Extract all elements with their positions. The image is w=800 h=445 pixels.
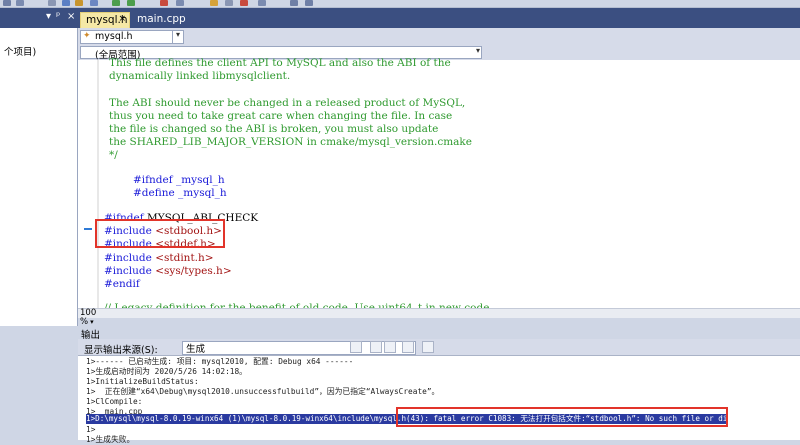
code-comment-line: The ABI should never be changed in a rel… bbox=[109, 96, 466, 109]
word-wrap-icon[interactable] bbox=[422, 341, 434, 353]
code-comment-line: dynamically linked libmysqlclient. bbox=[109, 70, 291, 83]
code-include-line: #endif bbox=[104, 278, 140, 291]
output-line: 1>生成失败。 bbox=[86, 435, 135, 444]
toolbar-icon[interactable] bbox=[210, 0, 218, 6]
file-selector-combo[interactable]: ✦ mysql.h ▾ bbox=[80, 30, 184, 44]
toolbar-icon[interactable] bbox=[16, 0, 24, 6]
code-keyword: #define bbox=[133, 187, 175, 200]
highlight-box-error bbox=[396, 407, 728, 427]
toolbar-icon[interactable] bbox=[290, 0, 298, 6]
collapse-marker-icon[interactable] bbox=[84, 228, 92, 230]
code-comment-line: the SHARED_LIB_MAJOR_VERSION in cmake/my… bbox=[109, 136, 473, 149]
toolbar-icon[interactable] bbox=[225, 0, 233, 6]
pin-icon[interactable]: ᵖ bbox=[56, 11, 60, 22]
code-preproc-line: #ifndef _mysql_h bbox=[133, 174, 225, 187]
solution-tree-item[interactable]: 个项目) bbox=[4, 44, 36, 58]
document-tab-strip: mysql.h × main.cpp bbox=[78, 8, 800, 28]
code-argument: <sys/types.h> bbox=[151, 264, 232, 277]
zoom-combo[interactable]: 100 % ▾ bbox=[80, 309, 108, 327]
code-include-line: #include <sys/types.h> bbox=[104, 265, 232, 278]
file-icon: ✦ bbox=[83, 31, 91, 41]
tab-label: main.cpp bbox=[137, 13, 186, 25]
code-include-line: #include <stdint.h> bbox=[104, 252, 214, 265]
toolbar-icon[interactable] bbox=[90, 0, 98, 6]
toolbar-icon[interactable] bbox=[112, 0, 120, 6]
toolbar-icon[interactable] bbox=[160, 0, 168, 6]
toolbar-icon[interactable] bbox=[48, 0, 56, 6]
close-icon[interactable]: × bbox=[67, 11, 75, 22]
code-identifier: _mysql_h bbox=[174, 187, 227, 200]
chevron-down-icon[interactable]: ▾ bbox=[476, 46, 480, 55]
close-tab-icon[interactable]: × bbox=[118, 14, 126, 24]
highlight-box-includes bbox=[95, 219, 225, 248]
code-keyword: #include bbox=[104, 264, 152, 277]
next-message-icon[interactable] bbox=[384, 341, 396, 353]
code-comment-line: */ bbox=[109, 149, 118, 162]
code-comment-line: thus you need to take great care when ch… bbox=[109, 109, 453, 122]
toolbar-icon[interactable] bbox=[240, 0, 248, 6]
output-source-label: 显示输出来源(S): bbox=[84, 345, 158, 356]
combo-spin-button[interactable] bbox=[172, 30, 184, 44]
tab-main-cpp[interactable]: main.cpp bbox=[132, 12, 191, 28]
output-line: 1>ClCompile: bbox=[86, 397, 143, 406]
code-keyword: #endif bbox=[104, 278, 140, 290]
output-text-area[interactable]: 1>------ 已启动生成: 项目: mysql2010, 配置: Debug… bbox=[78, 356, 800, 440]
find-message-icon[interactable] bbox=[350, 341, 362, 353]
main-toolbar bbox=[0, 0, 800, 8]
clear-all-icon[interactable] bbox=[402, 341, 414, 353]
solution-explorer-header: ▾ ᵖ × bbox=[0, 8, 78, 28]
toolbar-icon[interactable] bbox=[62, 0, 70, 6]
output-panel-title: 输出 bbox=[78, 326, 800, 341]
output-line: 1> 正在创建“x64\Debug\mysql2010.unsuccessful… bbox=[86, 387, 440, 396]
toolbar-icon[interactable] bbox=[75, 0, 83, 6]
output-line: 1>InitializeBuildStatus: bbox=[86, 377, 199, 386]
previous-message-icon[interactable] bbox=[370, 341, 382, 353]
code-comment-line: This file defines the client API to MySQ… bbox=[109, 57, 451, 69]
output-toolbar: 显示输出来源(S): 生成 ▾ bbox=[78, 339, 800, 356]
code-keyword: #include bbox=[104, 251, 152, 264]
toolbar-icon[interactable] bbox=[3, 0, 11, 6]
output-line: 1> bbox=[86, 425, 96, 434]
file-selector-value: mysql.h bbox=[95, 31, 133, 42]
code-identifier: _mysql_h bbox=[172, 174, 225, 186]
code-keyword: #ifndef bbox=[133, 174, 173, 186]
editor-status-bar bbox=[78, 308, 800, 318]
toolbar-icon[interactable] bbox=[176, 0, 184, 6]
toolbar-icon[interactable] bbox=[305, 0, 313, 6]
toolbar-icon[interactable] bbox=[127, 0, 135, 6]
solution-explorer-panel: 个项目) bbox=[0, 28, 78, 326]
dropdown-icon[interactable]: ▾ bbox=[46, 11, 51, 22]
toolbar-icon[interactable] bbox=[258, 0, 266, 6]
chevron-down-icon[interactable]: ▾ bbox=[90, 318, 94, 326]
output-line: 1>生成启动时间为 2020/5/26 14:02:18。 bbox=[86, 367, 247, 376]
code-comment-line: the file is changed so the ABI is broken… bbox=[109, 123, 439, 135]
output-source-value: 生成 bbox=[186, 344, 206, 355]
editor-margin bbox=[97, 60, 99, 308]
output-line: 1>------ 已启动生成: 项目: mysql2010, 配置: Debug… bbox=[86, 357, 354, 366]
tab-mysql-h[interactable]: mysql.h × bbox=[80, 12, 130, 28]
code-preproc-line: #define _mysql_h bbox=[133, 187, 227, 200]
code-argument: <stdint.h> bbox=[151, 251, 214, 264]
